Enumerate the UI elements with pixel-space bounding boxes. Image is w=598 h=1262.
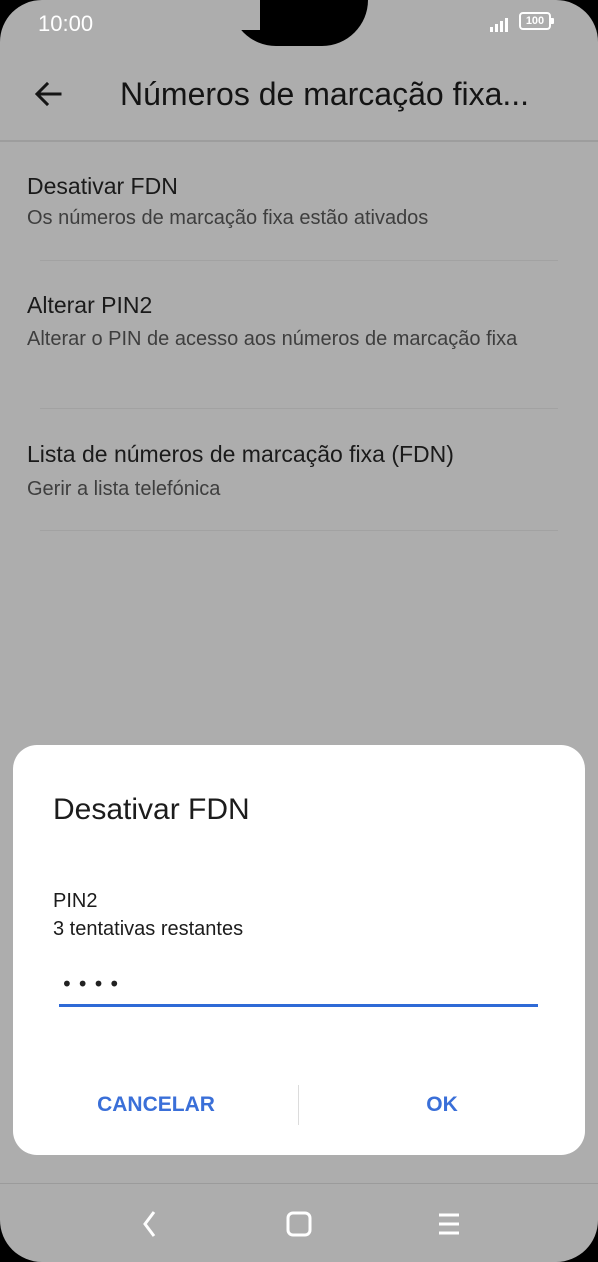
divider — [40, 260, 558, 261]
navigation-bar — [0, 1183, 598, 1262]
battery-icon: 100 — [519, 12, 554, 30]
setting-title: Lista de números de marcação fixa (FDN) — [27, 441, 454, 467]
nav-home-icon[interactable] — [274, 1202, 324, 1246]
attempts-remaining-text: 3 tentativas restantes — [53, 918, 244, 940]
nav-menu-icon[interactable] — [424, 1202, 474, 1246]
setting-title: Alterar PIN2 — [27, 292, 153, 318]
app-bar: Números de marcação fixa... — [0, 48, 598, 142]
cancel-button[interactable]: CANCELAR — [13, 1075, 299, 1135]
page-title: Números de marcação fixa... — [120, 76, 530, 112]
nav-back-icon[interactable] — [125, 1202, 175, 1246]
setting-item-fdn-list[interactable]: Lista de números de marcação fixa (FDN) … — [0, 410, 598, 532]
status-bar: 10:00 100 — [0, 0, 598, 48]
setting-title: Desativar FDN — [27, 173, 178, 199]
pin2-input[interactable] — [59, 963, 538, 1007]
divider — [40, 530, 558, 531]
pin2-dialog: Desativar FDN PIN2 3 tentativas restante… — [13, 745, 585, 1155]
ok-button[interactable]: OK — [299, 1075, 585, 1135]
battery-level: 100 — [525, 15, 545, 27]
setting-item-disable-fdn[interactable]: Desativar FDN Os números de marcação fix… — [0, 140, 598, 262]
dialog-title: Desativar FDN — [53, 793, 250, 826]
pin2-label: PIN2 — [53, 890, 98, 912]
camera-notch — [230, 0, 368, 46]
setting-item-change-pin2[interactable]: Alterar PIN2 Alterar o PIN de acesso aos… — [0, 262, 598, 410]
phone-screen: 10:00 100 Números de marcação fixa... De… — [0, 0, 598, 1262]
divider — [40, 408, 558, 409]
signal-icon — [490, 16, 512, 32]
setting-subtitle: Gerir a lista telefónica — [27, 478, 221, 500]
status-time: 10:00 — [38, 11, 94, 36]
setting-subtitle: Alterar o PIN de acesso aos números de m… — [27, 328, 518, 350]
setting-subtitle: Os números de marcação fixa estão ativad… — [27, 207, 429, 229]
back-arrow-icon[interactable] — [28, 74, 68, 114]
